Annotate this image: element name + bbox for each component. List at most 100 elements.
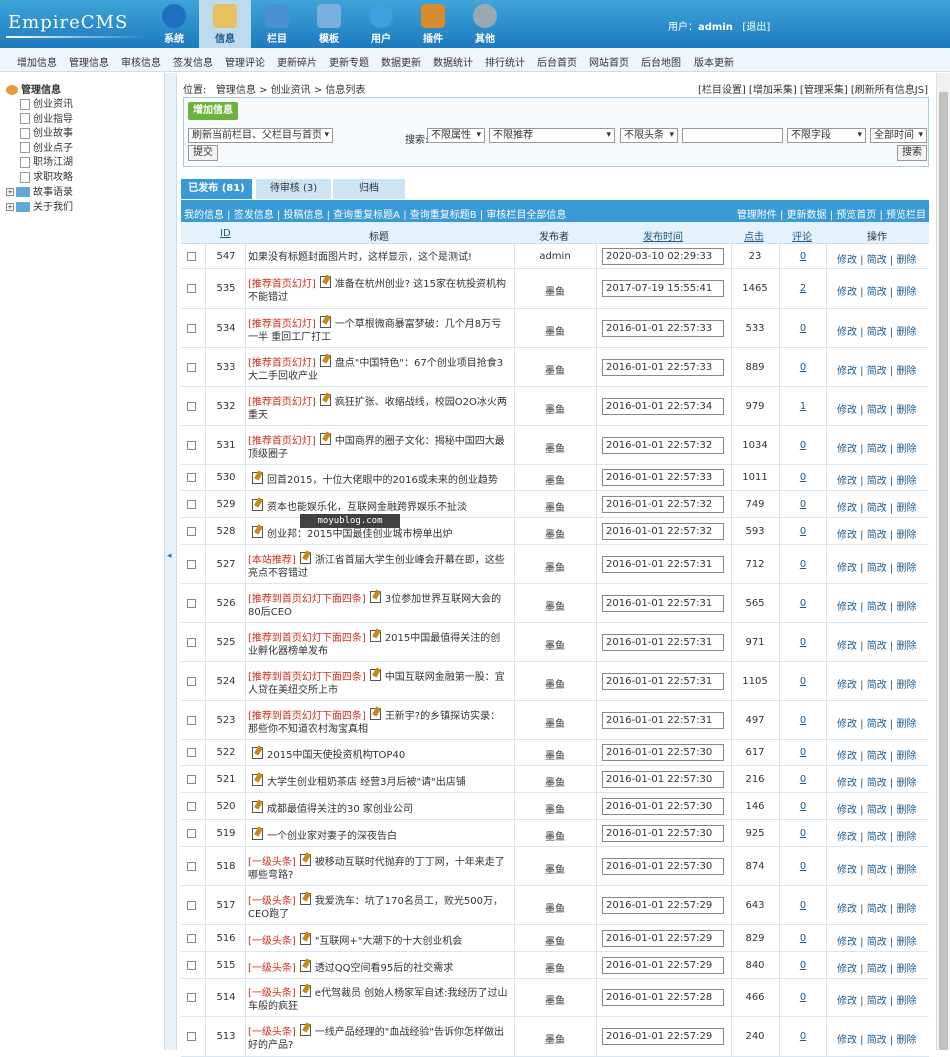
edit-icon[interactable] [252,773,263,786]
time-select[interactable]: 全部时间 [870,128,927,143]
row-title-text[interactable]: 成都最值得关注的30 家创业公司 [267,804,413,815]
subnav-item[interactable]: 增加信息 [17,54,57,69]
subnav-item[interactable]: 更新碎片 [277,54,317,69]
row-title[interactable]: [一级头条] e代驾裁员 创始人杨家军自述:我经历了过山车般的疯狂 [248,985,510,1013]
row-actions[interactable]: 修改 | 简改 | 删除 [837,992,916,1007]
subnav-item[interactable]: 签发信息 [173,54,213,69]
edit-icon[interactable] [319,432,331,445]
subnav-item[interactable]: 数据更新 [381,54,421,69]
edit-icon[interactable] [319,393,331,406]
sidebar-folder[interactable]: + 关于我们 [6,198,73,213]
row-comments-link[interactable]: 0 [788,598,818,609]
row-actions[interactable]: 修改 | 简改 | 删除 [837,559,916,574]
add-info-button[interactable]: 增加信息 [188,102,238,120]
row-title[interactable]: [推荐首页幻灯] 疯狂扩张、收缩战线，校园O2O冰火两重天 [248,393,510,422]
edit-icon[interactable] [369,668,381,681]
edit-icon[interactable] [299,985,311,997]
row-title[interactable]: [本站推荐] 浙江省首届大学生创业峰会开幕在即，这些亮点不容错过 [248,551,510,580]
row-checkbox[interactable] [187,933,196,943]
expand-icon[interactable]: + [6,202,14,211]
subnav-item[interactable]: 数据统计 [433,54,473,69]
row-time-field[interactable]: 2016-01-01 22:57:32 [602,495,724,513]
edit-icon[interactable] [252,747,263,759]
row-time-field[interactable]: 2016-01-01 22:57:32 [602,436,724,454]
submit-button[interactable]: 提交 [188,145,218,161]
row-actions[interactable]: 修改 | 简改 | 删除 [837,472,916,487]
row-comments-link[interactable]: 0 [788,362,818,373]
subnav-item[interactable]: 后台地图 [641,54,681,69]
row-title-text[interactable]: 透过QQ空间看95后的社交需求 [315,963,453,974]
row-comments-link[interactable]: 0 [788,715,818,726]
row-title[interactable]: [推荐首页幻灯] 一个草根微商暴富梦破：几个月8万亏一半 重回工厂打工 [248,315,510,344]
row-title[interactable]: 2015中国天使投资机构TOP40 [248,747,510,762]
edit-icon[interactable] [319,315,331,328]
nav-tools[interactable]: 插件 [407,0,459,48]
row-comments-link[interactable]: 0 [788,472,818,483]
row-checkbox[interactable] [187,284,196,293]
row-title-text[interactable]: "互联网+"大潮下的十大创业机会 [315,936,463,947]
row-title[interactable]: [一级头条] 被移动互联时代抛弃的丁丁网，十年来走了哪些弯路? [248,853,510,882]
row-time-field[interactable]: 2016-01-01 22:57:30 [602,857,724,875]
row-title[interactable]: [推荐首页幻灯] 准备在杭州创业? 这15家在杭投资机构不能错过 [248,276,510,304]
field-select[interactable]: 不限字段 [787,128,866,143]
row-time-field[interactable]: 2016-01-01 22:57:33 [602,319,724,337]
row-comments-link[interactable]: 0 [788,251,818,262]
row-actions[interactable]: 修改 | 简改 | 删除 [837,715,916,730]
row-time-field[interactable]: 2016-01-01 22:57:29 [602,1028,724,1045]
breadcrumb-category[interactable]: 创业资讯 [271,85,311,96]
row-checkbox[interactable] [187,801,196,811]
row-title[interactable]: [推荐到首页幻灯下面四条] 王新宇?的乡镇探访实录：那些你不知道农村淘宝真相 [248,707,510,736]
row-title-text[interactable]: 如果没有标题封面图片时，这样显示，这个是测试! [248,252,472,263]
col-comments[interactable]: 评论 [792,228,812,243]
row-comments-link[interactable]: 0 [788,1031,818,1042]
sidebar-root[interactable]: 管理信息 [6,81,61,96]
row-checkbox[interactable] [187,960,196,970]
row-checkbox[interactable] [187,676,196,686]
row-checkbox[interactable] [187,401,196,411]
edit-icon[interactable] [319,354,331,367]
sidebar-item[interactable]: 创业点子 [20,139,73,154]
row-title[interactable]: 一个创业家对妻子的深夜告白 [248,827,510,843]
row-actions[interactable]: 修改 | 简改 | 删除 [837,362,916,377]
row-actions[interactable]: 修改 | 简改 | 删除 [837,401,916,416]
subnav-item[interactable]: 网站首页 [589,54,629,69]
row-checkbox[interactable] [187,323,196,333]
row-time-field[interactable]: 2016-01-01 22:57:29 [602,929,724,947]
row-checkbox[interactable] [187,526,196,536]
expand-icon[interactable]: + [6,188,14,196]
row-title[interactable]: 大学生创业租奶茶店 经营3月后被"请"出店铺 [248,773,510,789]
row-title[interactable]: [一级头条] 一线产品经理的"血战经验"告诉你怎样做出好的产品? [248,1024,510,1052]
edit-icon[interactable] [252,525,263,538]
row-time-field[interactable]: 2016-01-01 22:57:29 [602,896,724,914]
row-actions[interactable]: 修改 | 简改 | 删除 [837,440,916,455]
row-title-text[interactable]: 资本也能娱乐化，互联网金融跨界娱乐不扯淡 [267,502,467,513]
row-comments-link[interactable]: 0 [788,499,818,510]
row-time-field[interactable]: 2016-01-01 22:57:30 [602,797,724,815]
tab-published[interactable]: 已发布 (81) [181,179,252,199]
recommend-filter[interactable]: 不限推荐 [489,128,615,143]
edit-icon[interactable] [252,827,263,840]
row-title-text[interactable]: 创业邦：2015中国最佳创业城市榜单出炉 [267,529,452,540]
row-checkbox[interactable] [187,861,196,871]
row-actions[interactable]: 修改 | 简改 | 删除 [837,828,916,843]
row-comments-link[interactable]: 0 [788,323,818,334]
breadcrumb-manage[interactable]: 管理信息 [216,85,256,96]
edit-icon[interactable] [299,853,311,866]
headline-filter[interactable]: 不限头条 [620,128,678,143]
row-time-field[interactable]: 2020-03-10 02:29:33 [602,247,724,265]
row-time-field[interactable]: 2016-01-01 22:57:29 [602,956,724,974]
nav-globe[interactable]: 系统 [148,0,200,48]
row-comments-link[interactable]: 0 [788,801,818,812]
nav-gear[interactable]: 其他 [459,0,511,48]
row-title-text[interactable]: 一个创业家对妻子的深夜告白 [267,831,397,842]
row-title[interactable]: 资本也能娱乐化，互联网金融跨界娱乐不扯淡 [248,498,510,514]
tab-archive[interactable]: 归档 [333,179,405,199]
tab-pending[interactable]: 待审核 (3) [256,179,331,199]
row-time-field[interactable]: 2016-01-01 22:57:33 [602,469,724,486]
row-title[interactable]: [推荐首页幻灯] 盘点"中国特色"：67个创业项目抢食3大二手回收产业 [248,354,510,383]
row-actions[interactable]: 修改 | 简改 | 删除 [837,251,916,266]
search-button[interactable]: 搜索 [897,145,927,161]
row-actions[interactable]: 修改 | 简改 | 删除 [837,774,916,789]
edit-icon[interactable] [299,551,311,564]
row-actions[interactable]: 修改 | 简改 | 删除 [837,676,916,691]
